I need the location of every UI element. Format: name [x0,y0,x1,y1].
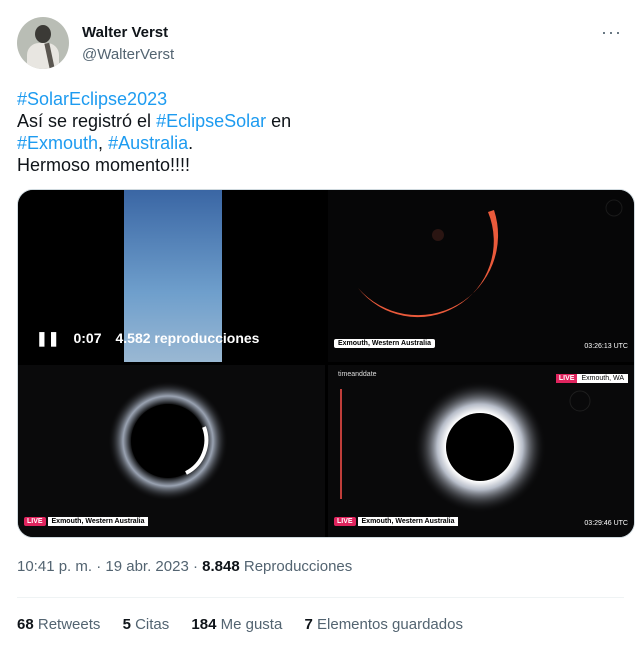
timeanddate-logo: timeanddate [338,371,377,378]
tweet-text-segment: . [188,133,194,153]
retweets-label: Retweets [33,616,101,633]
video-time: 0:07 [73,330,102,346]
author-handle[interactable]: @WalterVerst [82,46,174,63]
bookmarks-stat[interactable]: 7 Elementos guardados [305,616,463,633]
timeline-bar [340,389,342,499]
tweet-stats: 68 Retweets 5 Citas 184 Me gusta 7 Eleme… [17,616,481,633]
tweet-text-segment: en [266,111,292,131]
diamond-ring-image [108,381,228,501]
more-options-icon[interactable]: ··· [601,23,622,41]
live-badge: LIVE [24,517,46,526]
location-label: Exmouth, Western Australia [47,517,149,526]
media-image-totality[interactable]: timeanddate LIVE Exmouth, WA LIVE Exmouth… [328,365,634,537]
tweet-header: Walter Verst @WalterVerst ··· [17,17,624,73]
avatar-head [35,25,51,43]
tweet-meta: 10:41 p. m. · 19 abr. 2023 · 8.848 Repro… [17,558,352,575]
retweets-stat[interactable]: 68 Retweets [17,616,100,633]
totality-image [414,381,591,513]
video-controls: ❚❚ 0:07 4.582 reproducciones [36,330,273,347]
views-count: 8.848 [202,558,240,575]
likes-label: Me gusta [216,616,283,633]
tweet-text-segment: , [98,133,109,153]
utc-label: 03:29:46 UTC [584,520,628,527]
tweet-text-line: Hermoso momento!!!! [17,155,191,175]
live-location-label: LIVE Exmouth, Western Australia [24,517,149,526]
pause-icon[interactable]: ❚❚ [36,330,59,346]
media-image-crescent[interactable]: Exmouth, Western Australia 03:26:13 UTC [328,190,634,362]
hashtag-link[interactable]: #EclipseSolar [156,111,266,131]
divider [17,597,624,598]
avatar[interactable] [17,17,69,69]
tweet-date[interactable]: 19 abr. 2023 [105,558,188,575]
live-badge-box: LIVE Exmouth, WA [555,374,628,383]
meta-separator: · [92,558,106,575]
live-badge: LIVE [555,374,578,383]
live-location: Exmouth, WA [577,374,628,383]
hashtag-link[interactable]: #Australia [108,133,188,153]
quotes-stat[interactable]: 5 Citas [123,616,170,633]
tweet-text: #SolarEclipse2023 Así se registró el #Ec… [17,88,617,176]
video-player[interactable]: ❚❚ 0:07 4.582 reproducciones [18,190,325,362]
quotes-count: 5 [122,616,131,633]
live-badge: LIVE [334,517,356,526]
views-label: Reproducciones [239,558,353,575]
likes-count: 184 [191,616,217,633]
meta-separator: · [188,558,203,575]
video-views: 4.582 reproducciones [115,330,260,346]
crescent-eclipse-image [358,199,623,318]
bookmarks-label: Elementos guardados [312,616,463,633]
hashtag-link[interactable]: #SolarEclipse2023 [17,89,167,109]
quotes-label: Citas [130,616,170,633]
tweet-time[interactable]: 10:41 p. m. [17,558,92,575]
media-image-diamond-ring[interactable]: LIVE Exmouth, Western Australia [18,365,325,537]
location-label: Exmouth, Western Australia [334,339,435,348]
hashtag-link[interactable]: #Exmouth [17,133,98,153]
likes-stat[interactable]: 184 Me gusta [191,616,282,633]
bookmarks-count: 7 [304,616,313,633]
author-name[interactable]: Walter Verst [82,24,168,41]
live-location-label: LIVE Exmouth, Western Australia [334,517,459,526]
tweet-text-segment: Así se registró el [17,111,157,131]
location-label: Exmouth, Western Australia [357,517,459,526]
utc-label: 03:26:13 UTC [584,343,628,350]
retweets-count: 68 [17,616,34,633]
media-grid: ❚❚ 0:07 4.582 reproducciones Exmouth, West… [17,189,635,538]
